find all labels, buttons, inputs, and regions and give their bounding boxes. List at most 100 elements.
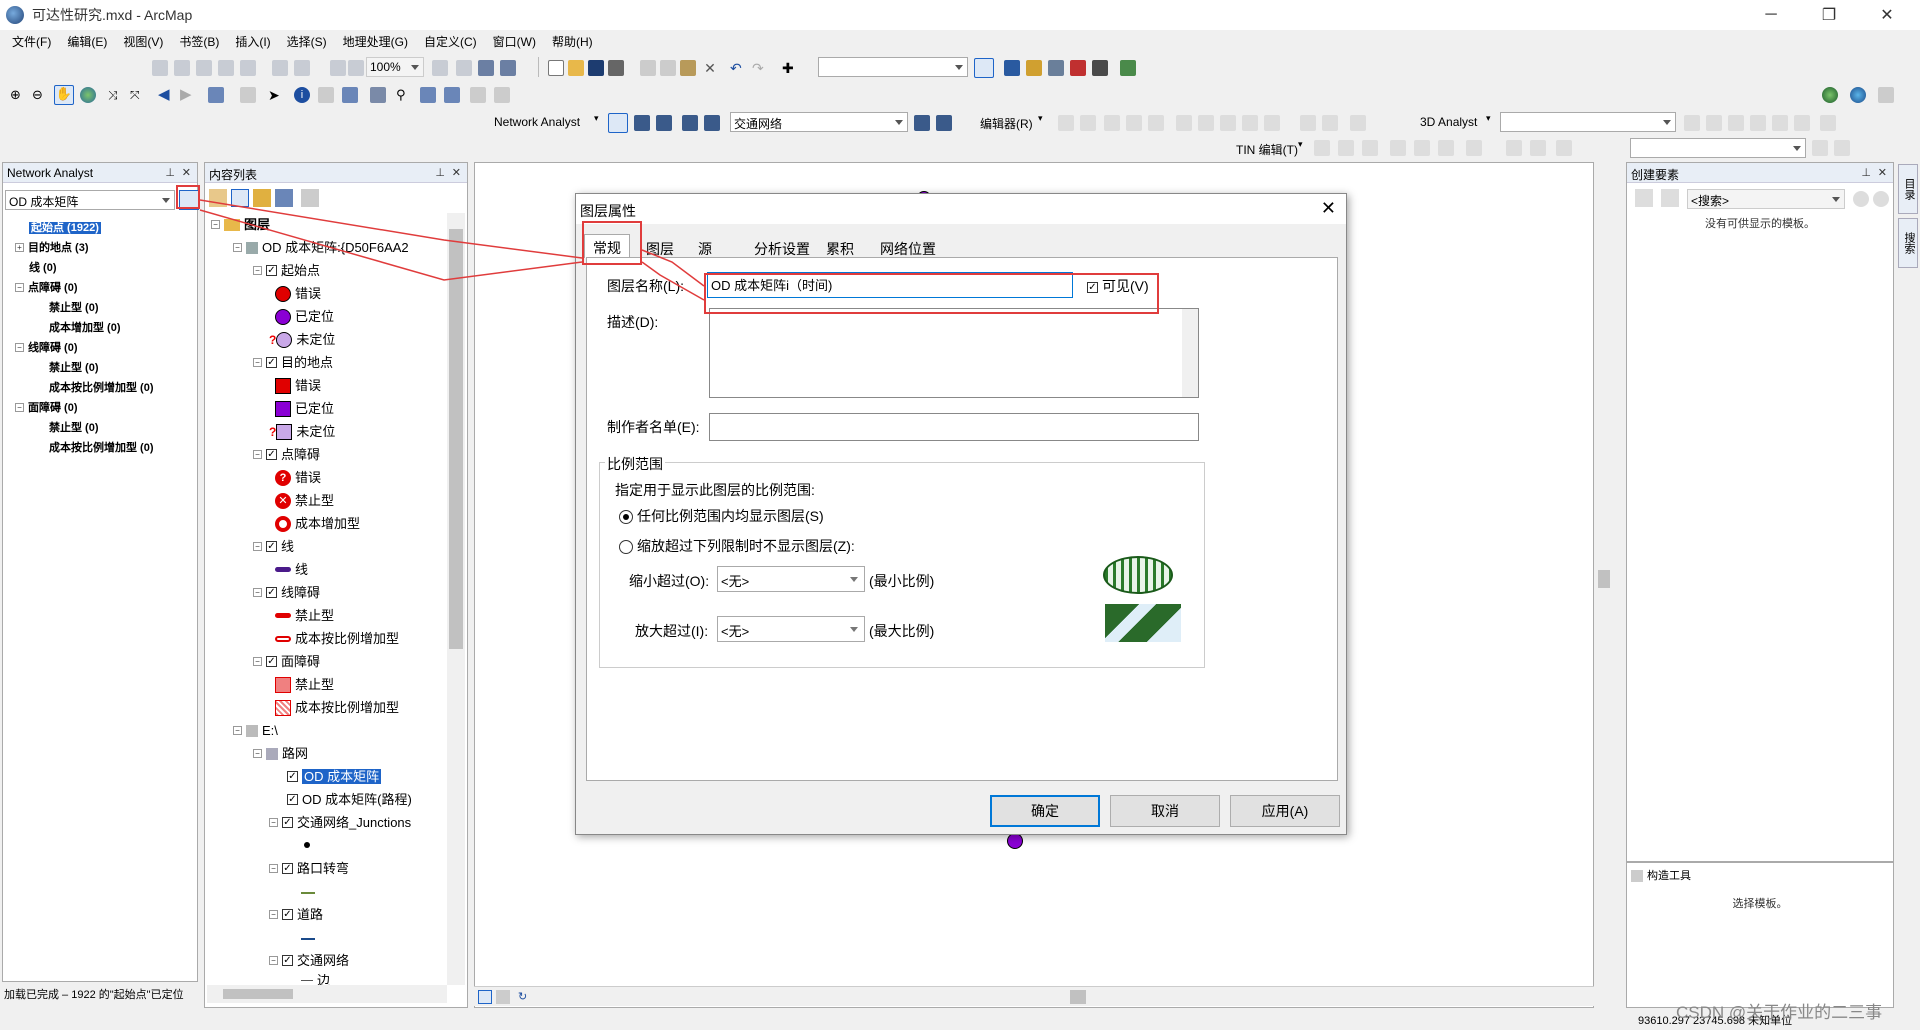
minimize-button[interactable]: ─ xyxy=(1748,0,1794,30)
steepest-path-icon[interactable] xyxy=(1706,115,1722,131)
split-icon[interactable] xyxy=(1242,115,1258,131)
toc-scroll-thumb[interactable] xyxy=(449,229,463,649)
toc-origins[interactable]: − ✓ 起始点 xyxy=(253,261,320,279)
maximize-button[interactable]: ❐ xyxy=(1806,0,1852,30)
network-analyst-dropdown-icon[interactable]: ▾ xyxy=(594,113,599,124)
create-viewer-icon[interactable] xyxy=(494,87,510,103)
data-view-button[interactable] xyxy=(478,990,492,1004)
side-tab-catalog[interactable]: 目录 xyxy=(1898,164,1918,214)
menu-edit[interactable]: 编辑(E) xyxy=(65,31,109,52)
close-window-button[interactable]: ✕ xyxy=(1864,0,1910,30)
modelbuilder-icon[interactable] xyxy=(1120,60,1136,76)
na-item-point-barriers[interactable]: − 点障碍 (0) xyxy=(15,278,78,296)
side-tab-search[interactable]: 搜索 xyxy=(1898,218,1918,268)
network-dataset-combo[interactable]: 交通网络 xyxy=(730,112,908,132)
cut-polygons-icon[interactable] xyxy=(1220,115,1236,131)
contour-icon[interactable] xyxy=(1684,115,1700,131)
3d-analyst-menu[interactable]: 3D Analyst xyxy=(1420,115,1477,129)
html-popup-icon[interactable] xyxy=(342,87,358,103)
create-features-icon[interactable] xyxy=(1350,115,1366,131)
map-scale-combo[interactable] xyxy=(818,57,968,77)
editor-dropdown-icon[interactable]: ▾ xyxy=(1038,113,1043,124)
network-analyst-toolbar-label[interactable]: Network Analyst xyxy=(494,115,580,129)
organize-templates-icon[interactable] xyxy=(1635,189,1653,207)
toc-layer-junctions[interactable]: − ✓ 交通网络_Junctions xyxy=(269,813,411,831)
zoom-in-icon[interactable]: ⊕ xyxy=(10,87,26,103)
catalog-window-icon[interactable] xyxy=(1026,60,1042,76)
hyperlink-icon[interactable] xyxy=(318,87,334,103)
radio-limit-scale[interactable]: 缩放超过下列限制时不显示图层(Z): xyxy=(619,536,855,556)
toc-layer-od[interactable]: ✓ OD 成本矩阵 xyxy=(287,767,382,785)
cut-icon[interactable] xyxy=(640,60,656,76)
toc-polygon-barriers[interactable]: − ✓ 面障碍 xyxy=(253,652,320,670)
zoom-percent-combo[interactable]: 100% xyxy=(366,57,424,77)
edit-annotation-icon[interactable] xyxy=(1080,115,1096,131)
pan-icon[interactable]: ✋ xyxy=(54,85,74,105)
menu-windows[interactable]: 窗口(W) xyxy=(491,31,538,52)
clear-selection-icon[interactable] xyxy=(240,87,256,103)
reshape-icon[interactable] xyxy=(1198,115,1214,131)
toc-layers-root[interactable]: − 图层 xyxy=(211,215,270,233)
zoom-in-combo[interactable]: <无> xyxy=(717,616,865,642)
menu-view[interactable]: 视图(V) xyxy=(121,31,165,52)
select-elements-icon[interactable]: ➤ xyxy=(268,87,284,103)
edit-vertices-icon[interactable] xyxy=(1176,115,1192,131)
tin-node-value-icon[interactable] xyxy=(1834,140,1850,156)
arcscene-icon[interactable] xyxy=(1850,87,1866,103)
tin-tag-icon[interactable] xyxy=(1506,140,1522,156)
fixed-zoom-in-icon[interactable]: ⤨ xyxy=(108,87,124,103)
list-by-visibility-icon[interactable] xyxy=(253,189,271,207)
tin-add-line-icon[interactable] xyxy=(1338,140,1354,156)
tin-add-point-icon[interactable] xyxy=(1314,140,1330,156)
layout-page-icon[interactable] xyxy=(330,60,346,76)
3d-layer-combo[interactable] xyxy=(1500,112,1676,132)
new-document-icon[interactable] xyxy=(548,60,564,76)
change-layout-icon[interactable] xyxy=(478,60,494,76)
delete-icon[interactable]: ✕ xyxy=(702,60,718,76)
template-group-icon[interactable] xyxy=(1661,189,1679,207)
endpoint-arc-icon[interactable] xyxy=(1126,115,1142,131)
layout-forward-icon[interactable] xyxy=(294,60,310,76)
solve-grid-icon[interactable] xyxy=(682,115,698,131)
layout-more-icon[interactable] xyxy=(1878,87,1894,103)
tin-add-polygon-icon[interactable] xyxy=(1362,140,1378,156)
na-item-lines[interactable]: 线 (0) xyxy=(29,258,57,276)
menu-help[interactable]: 帮助(H) xyxy=(550,31,595,52)
arcglobe-icon[interactable] xyxy=(1822,87,1838,103)
tab-accumulation[interactable]: 累积 xyxy=(818,236,862,258)
toc-options-icon[interactable] xyxy=(301,189,319,207)
map-vscroll-thumb[interactable] xyxy=(1598,570,1610,588)
goto-xy-icon[interactable] xyxy=(444,87,460,103)
credits-input[interactable] xyxy=(709,413,1199,441)
menu-bookmarks[interactable]: 书签(B) xyxy=(177,31,221,52)
identify-icon[interactable]: i xyxy=(294,87,310,103)
select-move-location-icon[interactable] xyxy=(656,115,672,131)
edit-tool-icon[interactable] xyxy=(1058,115,1074,131)
fixed-zoom-out-icon[interactable]: ⤧ xyxy=(130,87,146,103)
list-by-selection-icon[interactable] xyxy=(275,189,293,207)
toc-folder[interactable]: − E:\ xyxy=(233,721,278,739)
search-window-icon[interactable] xyxy=(1048,60,1064,76)
na-item-polygon-restriction[interactable]: 禁止型 (0) xyxy=(49,418,99,436)
template-search-input[interactable]: <搜索> xyxy=(1687,189,1845,209)
arctoolbox-icon[interactable] xyxy=(1070,60,1086,76)
3d-analyst-dropdown-icon[interactable]: ▾ xyxy=(1486,113,1491,124)
apply-button[interactable]: 应用(A) xyxy=(1230,795,1340,827)
list-by-drawing-order-icon[interactable] xyxy=(209,189,227,207)
na-item-point-cost[interactable]: 成本增加型 (0) xyxy=(49,318,121,336)
na-item-line-restriction[interactable]: 禁止型 (0) xyxy=(49,358,99,376)
tin-editing-menu[interactable]: TIN 编辑(T) xyxy=(1236,141,1298,158)
add-data-icon[interactable]: ✚ xyxy=(782,60,798,76)
layout-zoom-icon[interactable] xyxy=(174,60,190,76)
open-icon[interactable] xyxy=(568,60,584,76)
tin-delete-tag-icon[interactable] xyxy=(1530,140,1546,156)
toc-window-icon[interactable] xyxy=(1004,60,1020,76)
cf-pin-icon[interactable]: ⊥ xyxy=(1861,166,1871,179)
measure-icon[interactable] xyxy=(370,87,386,103)
tab-analysis-settings[interactable]: 分析设置 xyxy=(746,236,818,258)
close-panel-icon[interactable]: ✕ xyxy=(182,166,191,179)
toc-layer-roads[interactable]: − ✓ 道路 xyxy=(269,905,323,923)
toc-hscroll-thumb[interactable] xyxy=(223,989,293,999)
clear-search-icon[interactable] xyxy=(1873,191,1889,207)
layout-fixed-icon[interactable] xyxy=(240,60,256,76)
